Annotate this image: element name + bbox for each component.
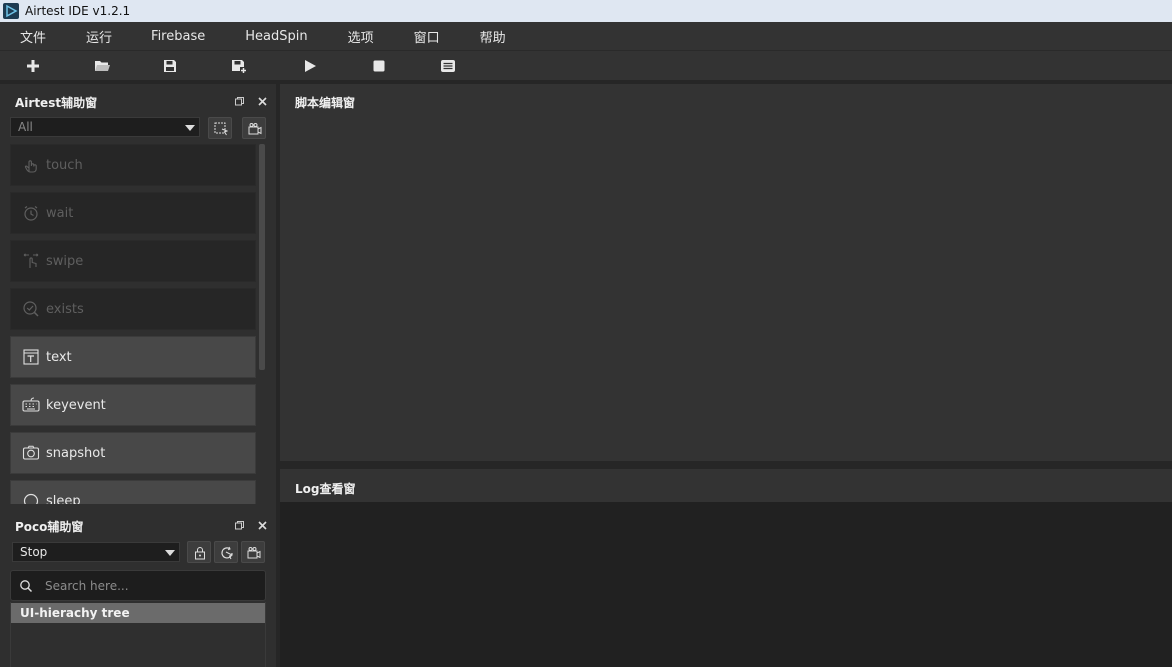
action-label: text: [46, 349, 72, 365]
poco-panel-header: Poco辅助窗: [0, 510, 276, 542]
action-exists[interactable]: exists: [10, 288, 256, 330]
log-viewer[interactable]: [280, 502, 1172, 667]
menu-run[interactable]: 运行: [46, 27, 112, 46]
editor-log-splitter[interactable]: [280, 461, 1172, 469]
lock-icon: [195, 547, 205, 560]
menu-headspin[interactable]: HeadSpin: [205, 29, 307, 44]
tree-header-label: UI-hierachy tree: [20, 606, 130, 620]
action-label: wait: [46, 205, 74, 221]
airtest-filter-select[interactable]: All: [10, 117, 200, 137]
clock-icon: [24, 206, 38, 221]
airtest-filter-value: All: [18, 120, 33, 134]
video-camera-icon: [247, 547, 261, 559]
action-label: touch: [46, 157, 83, 173]
editor-title: 脚本编辑窗: [295, 96, 356, 110]
menu-file[interactable]: 文件: [0, 27, 46, 46]
check-circle-icon: [23, 301, 39, 317]
float-panel-icon[interactable]: [234, 96, 245, 107]
swipe-icon: [23, 253, 39, 268]
action-touch[interactable]: touch: [10, 144, 256, 186]
poco-panel-title: Poco辅助窗: [15, 519, 84, 534]
keyboard-icon: [22, 397, 40, 412]
poco-record-button[interactable]: [241, 541, 265, 563]
menu-window[interactable]: 窗口: [374, 27, 440, 46]
poco-lock-button[interactable]: [187, 541, 211, 563]
record-button[interactable]: [208, 117, 232, 139]
poco-refresh-button[interactable]: [214, 541, 238, 563]
menu-help[interactable]: 帮助: [440, 27, 506, 46]
moon-icon: [23, 493, 39, 504]
save-as-icon[interactable]: [230, 57, 248, 75]
log-list-icon[interactable]: [439, 57, 457, 75]
action-list-scrollbar[interactable]: [259, 144, 265, 370]
new-file-icon[interactable]: [24, 57, 42, 75]
video-camera-icon: [248, 123, 262, 135]
poco-mode-value: Stop: [20, 545, 48, 559]
float-panel-icon[interactable]: [234, 520, 245, 531]
chevron-down-icon: [165, 550, 175, 556]
poco-mode-select[interactable]: Stop: [12, 542, 180, 562]
refresh-cursor-icon: [221, 546, 234, 560]
camera-icon: [22, 445, 40, 460]
airtest-action-list: touch wait swipe exists text keyevent sn…: [10, 144, 256, 504]
window-title: Airtest IDE v1.2.1: [25, 4, 131, 18]
text-box-icon: [23, 349, 39, 365]
log-title: Log查看窗: [295, 482, 356, 496]
action-text[interactable]: text: [10, 336, 256, 378]
script-editor[interactable]: 脚本编辑窗: [280, 84, 1172, 461]
save-icon[interactable]: [161, 57, 179, 75]
action-keyevent[interactable]: keyevent: [10, 384, 256, 426]
open-folder-icon[interactable]: [93, 57, 111, 75]
search-input-placeholder: Search here...: [45, 578, 129, 593]
airtest-panel-header: Airtest辅助窗: [0, 86, 276, 118]
airtest-record-screen-button[interactable]: [242, 117, 266, 139]
ui-hierarchy-tree-header: UI-hierachy tree: [11, 603, 265, 623]
action-label: swipe: [46, 253, 84, 269]
action-label: sleep: [46, 493, 81, 505]
action-label: exists: [46, 301, 84, 317]
search-icon: [20, 579, 33, 592]
hand-pointer-icon: [24, 160, 37, 173]
action-snapshot[interactable]: snapshot: [10, 432, 256, 474]
select-region-icon: [214, 122, 228, 136]
airtest-logo-icon: [3, 3, 19, 19]
action-label: snapshot: [46, 445, 106, 461]
action-label: keyevent: [46, 397, 106, 413]
stop-icon[interactable]: [370, 57, 388, 75]
poco-search-box[interactable]: Search here...: [10, 570, 266, 601]
chevron-down-icon: [185, 125, 195, 131]
menu-bar: 文件 运行 Firebase HeadSpin 选项 窗口 帮助: [0, 22, 1172, 50]
action-swipe[interactable]: swipe: [10, 240, 256, 282]
title-bar: Airtest IDE v1.2.1: [0, 0, 1172, 22]
log-panel-header: Log查看窗: [280, 469, 1172, 502]
action-sleep[interactable]: sleep: [10, 480, 256, 504]
menu-options[interactable]: 选项: [308, 27, 374, 46]
run-icon[interactable]: [301, 57, 319, 75]
toolbar: [0, 50, 1172, 80]
close-panel-icon[interactable]: [257, 96, 268, 107]
airtest-panel-title: Airtest辅助窗: [15, 95, 98, 110]
menu-firebase[interactable]: Firebase: [112, 29, 205, 44]
action-wait[interactable]: wait: [10, 192, 256, 234]
close-panel-icon[interactable]: [257, 520, 268, 531]
